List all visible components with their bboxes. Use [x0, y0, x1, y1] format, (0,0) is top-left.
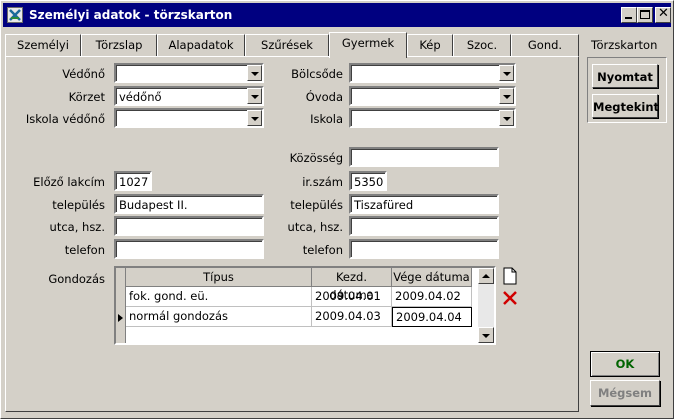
- maximize-button[interactable]: [637, 7, 653, 23]
- view-button[interactable]: Megtekint: [592, 94, 659, 118]
- utca-label-left: utca, hsz.: [49, 220, 105, 234]
- utca-label-right: utca, hsz.: [287, 220, 343, 234]
- chevron-down-icon[interactable]: [247, 65, 262, 81]
- utca-input-left[interactable]: [114, 216, 264, 236]
- tab-szuresek[interactable]: Szűrések: [245, 34, 329, 57]
- table-row-cell[interactable]: 2009.04.01: [312, 287, 392, 307]
- telefon-input-left[interactable]: [114, 239, 264, 259]
- minimize-button[interactable]: [621, 7, 637, 23]
- torzskarton-label: Törzskarton: [591, 38, 658, 52]
- elozo-lakcim-label: Előző lakcím: [33, 175, 105, 189]
- tab-kep[interactable]: Kép: [407, 34, 453, 57]
- telefon-label-right: telefon: [302, 243, 343, 257]
- delete-icon: [503, 291, 517, 305]
- chevron-down-icon[interactable]: [499, 65, 514, 81]
- column-header-kezd[interactable]: Kezd. dátuma: [312, 268, 392, 302]
- irszam-input[interactable]: 5350: [349, 171, 387, 191]
- title-bar[interactable]: Személyi adatok - törzskarton ✕: [3, 3, 671, 27]
- telefon-label-left: telefon: [64, 243, 105, 257]
- close-icon: ✕: [658, 6, 669, 21]
- vedono-select[interactable]: [114, 63, 264, 83]
- app-icon: [7, 7, 23, 23]
- telepules-label-left: település: [52, 198, 105, 212]
- telepules-label-right: település: [290, 198, 343, 212]
- irszam-label: ir.szám: [302, 175, 343, 189]
- maximize-icon: [640, 10, 650, 19]
- chevron-down-icon[interactable]: [499, 110, 514, 126]
- close-button[interactable]: ✕: [655, 7, 671, 23]
- delete-record-button[interactable]: [501, 289, 519, 307]
- bolcsode-select[interactable]: [349, 63, 516, 83]
- kozosseg-input[interactable]: [349, 147, 499, 167]
- tab-szoc[interactable]: Szoc.: [453, 34, 511, 57]
- main-window: Személyi adatok - törzskarton ✕ Személyi…: [0, 0, 674, 419]
- ovoda-select[interactable]: [349, 86, 516, 106]
- scroll-down-icon[interactable]: [478, 327, 494, 343]
- chevron-down-icon[interactable]: [499, 88, 514, 104]
- table-row-cell[interactable]: normál gondozás: [126, 307, 312, 327]
- telepules-input-right[interactable]: Tiszafüred: [349, 194, 499, 214]
- current-row-indicator-icon: [118, 314, 123, 322]
- window-title: Személyi adatok - törzskarton: [29, 8, 233, 22]
- iskola-label: Iskola: [310, 112, 343, 126]
- telepules-input-left[interactable]: Budapest II.: [114, 194, 264, 214]
- column-header-vege[interactable]: Vége dátuma: [392, 268, 472, 287]
- kozosseg-label: Közösség: [289, 151, 343, 165]
- chevron-down-icon[interactable]: [247, 88, 262, 104]
- gondozas-label: Gondozás: [48, 272, 105, 286]
- new-record-button[interactable]: [501, 267, 519, 285]
- tab-gyermek[interactable]: Gyermek: [329, 32, 407, 58]
- iskola-vedono-select[interactable]: [114, 108, 264, 128]
- tab-torzslap[interactable]: Törzslap: [81, 34, 157, 57]
- tab-szemelyi[interactable]: Személyi: [5, 34, 81, 57]
- minimize-icon: [625, 17, 632, 19]
- elozo-irszam-input[interactable]: 1027: [114, 171, 152, 191]
- telefon-input-right[interactable]: [349, 239, 499, 259]
- table-row-cell[interactable]: 2009.04.03: [312, 307, 392, 327]
- tab-alapadatok[interactable]: Alapadatok: [157, 34, 245, 57]
- korzet-label: Körzet: [68, 90, 105, 104]
- table-row-cell-editing[interactable]: 2009.04.04: [392, 307, 472, 327]
- column-header-tipus[interactable]: Típus: [126, 268, 312, 287]
- ok-button[interactable]: OK: [590, 351, 660, 377]
- iskola-select[interactable]: [349, 108, 516, 128]
- gondozas-grid[interactable]: Típus Kezd. dátuma Vége dátuma fok. gond…: [114, 266, 496, 345]
- table-row-cell[interactable]: fok. gond. eü.: [126, 287, 312, 307]
- tab-gond[interactable]: Gond.: [511, 34, 579, 57]
- scroll-up-icon[interactable]: [478, 268, 494, 284]
- bolcsode-label: Bölcsőde: [291, 67, 343, 81]
- chevron-down-icon[interactable]: [247, 110, 262, 126]
- vedono-label: Védőnő: [62, 67, 105, 81]
- tab-strip: Személyi Törzslap Alapadatok Szűrések Gy…: [5, 32, 585, 58]
- ovoda-label: Óvoda: [305, 90, 343, 104]
- table-row-cell[interactable]: 2009.04.02: [392, 287, 472, 307]
- utca-input-right[interactable]: [349, 216, 499, 236]
- cancel-button[interactable]: Mégsem: [590, 380, 660, 406]
- korzet-select[interactable]: védőnő: [114, 86, 264, 106]
- grid-scrollbar[interactable]: [478, 268, 494, 343]
- print-button[interactable]: Nyomtat: [592, 64, 658, 88]
- new-document-icon: [503, 267, 517, 285]
- row-indicator-column: [116, 268, 126, 343]
- iskola-vedono-label: Iskola védőnő: [25, 112, 105, 126]
